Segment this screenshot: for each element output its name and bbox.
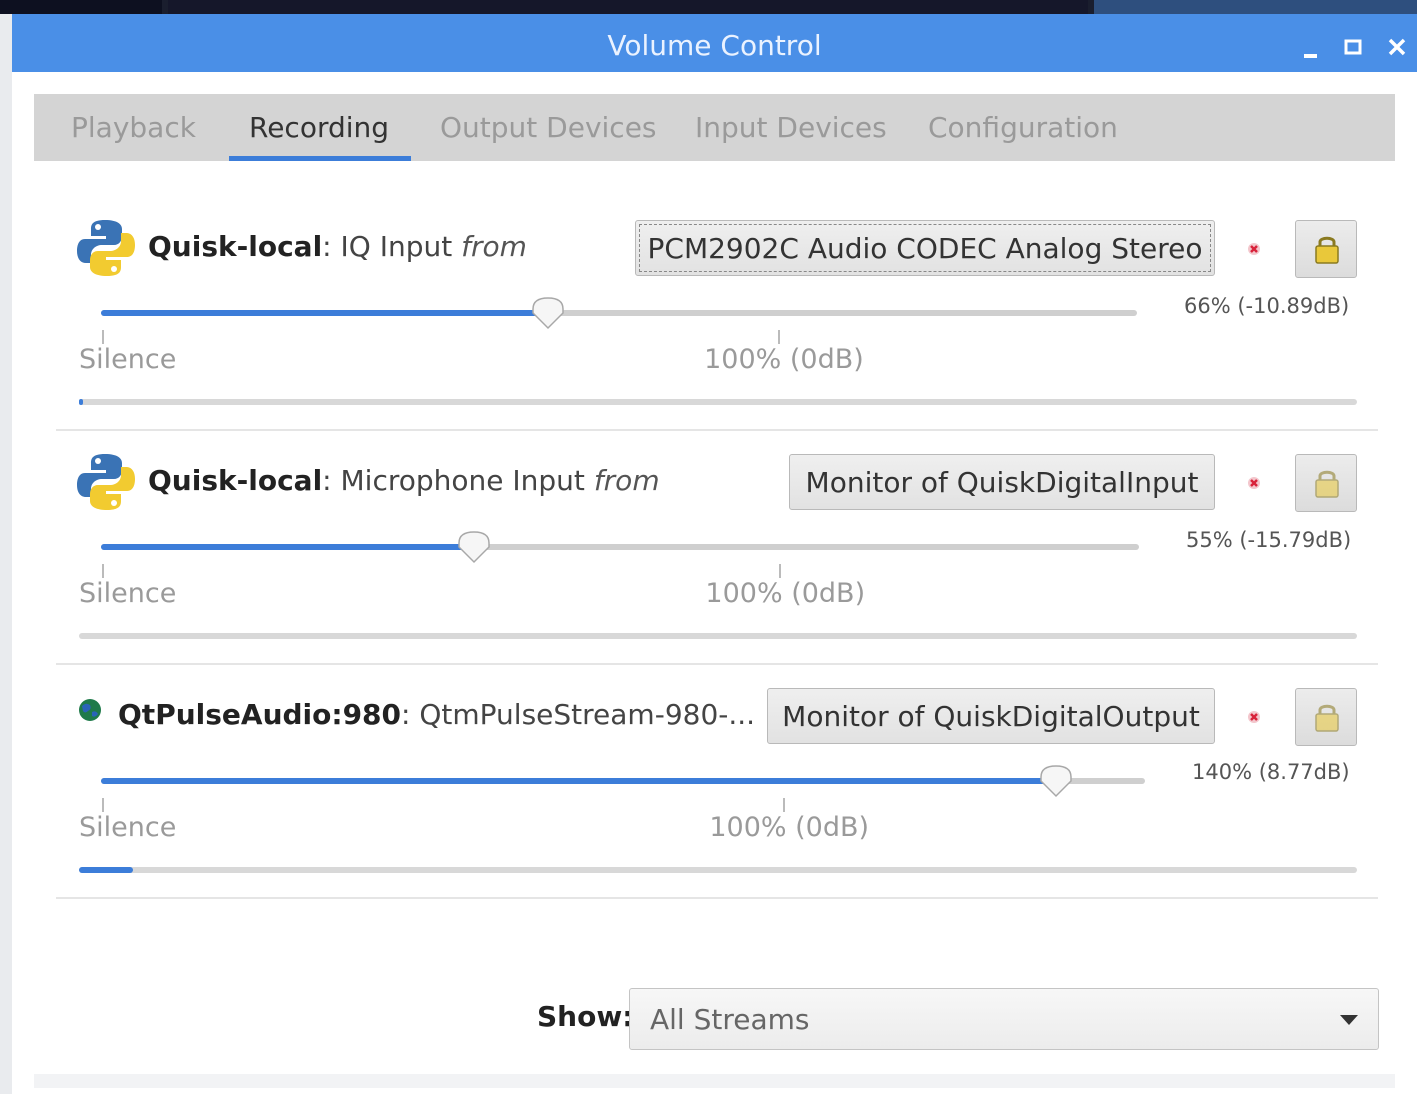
app-name: Quisk-local (148, 230, 323, 263)
volume-label: 66% (-10.89dB) (1184, 294, 1350, 318)
reference-tick (779, 564, 782, 578)
from-label: from (461, 230, 527, 263)
window-title: Volume Control (607, 29, 822, 62)
device-select-button[interactable]: PCM2902C Audio CODEC Analog Stereo (635, 220, 1215, 276)
separator (56, 429, 1378, 431)
slider-knob[interactable] (530, 296, 566, 330)
stream-row: Quisk-local: IQ Input from PCM2902C Audi… (34, 206, 1395, 432)
stream-name: QtmPulseStream-980-... (419, 698, 756, 731)
reference-tick (783, 798, 786, 812)
slider-knob[interactable] (456, 530, 492, 564)
maximize-button[interactable] (1338, 32, 1368, 62)
lock-channels-button[interactable] (1295, 220, 1357, 278)
volume-slider[interactable] (101, 530, 1139, 564)
title-separator: : (322, 464, 341, 497)
close-button[interactable] (1382, 32, 1412, 62)
reference-label: 100% (0dB) (704, 344, 864, 375)
slider-knob[interactable] (1038, 764, 1074, 798)
lock-icon (1315, 236, 1339, 264)
volume-slider[interactable] (101, 764, 1145, 798)
app-name: QtPulseAudio:980 (118, 698, 402, 731)
tab-playback[interactable]: Playback (71, 94, 196, 161)
peak-level-meter (79, 867, 1357, 873)
desktop-strip (0, 0, 1417, 14)
volume-label: 140% (8.77dB) (1192, 760, 1350, 784)
stream-title: Quisk-local: Microphone Input from (148, 464, 660, 497)
silence-label: Silence (79, 578, 177, 609)
silence-tick (102, 564, 104, 578)
show-filter-select[interactable]: All Streams (629, 988, 1379, 1050)
stream-row: QtPulseAudio:980: QtmPulseStream-980-...… (34, 674, 1395, 900)
minimize-button[interactable] (1296, 32, 1326, 62)
reference-label: 100% (0dB) (709, 812, 870, 843)
from-label: from (593, 464, 660, 497)
stream-row: Quisk-local: Microphone Input from Monit… (34, 440, 1395, 666)
title-separator: : (322, 230, 341, 263)
volume-slider[interactable] (101, 296, 1137, 330)
python-icon (77, 220, 135, 276)
stream-name: Microphone Input (340, 464, 585, 497)
maximize-icon (1344, 39, 1362, 55)
tab-configuration[interactable]: Configuration (928, 94, 1118, 161)
peak-level-meter (79, 633, 1357, 639)
tab-recording[interactable]: Recording (228, 94, 412, 161)
tab-bar: Playback Recording Output Devices Input … (34, 94, 1395, 161)
separator (56, 897, 1378, 899)
lock-icon (1315, 470, 1339, 498)
volume-label: 55% (-15.79dB) (1186, 528, 1352, 552)
app-name: Quisk-local (148, 464, 323, 497)
chevron-down-icon (1340, 1015, 1358, 1025)
silence-label: Silence (79, 812, 177, 843)
close-icon (1388, 38, 1406, 56)
show-filter-value: All Streams (650, 1003, 810, 1036)
lock-channels-button[interactable] (1295, 688, 1357, 746)
volume-fill (101, 310, 548, 316)
reference-tick (778, 330, 781, 344)
separator (56, 663, 1378, 665)
main-content: Playback Recording Output Devices Input … (34, 94, 1395, 1074)
silence-tick (102, 798, 104, 812)
silence-tick (102, 330, 104, 344)
stream-title: Quisk-local: IQ Input from (148, 230, 527, 263)
titlebar[interactable]: Volume Control (12, 14, 1417, 72)
mute-icon[interactable] (1244, 707, 1264, 727)
silence-label: Silence (79, 344, 177, 375)
stream-name: IQ Input (340, 230, 453, 263)
volume-fill (101, 778, 1057, 784)
lock-channels-button[interactable] (1295, 454, 1357, 512)
volume-control-window: Volume Control Playback Recording Output… (12, 14, 1417, 1094)
device-select-button[interactable]: Monitor of QuiskDigitalOutput (767, 688, 1215, 744)
reference-label: 100% (0dB) (705, 578, 866, 609)
volume-fill (101, 544, 475, 550)
title-separator: : (401, 698, 420, 731)
peak-level-meter (79, 399, 1357, 405)
stream-title: QtPulseAudio:980: QtmPulseStream-980-...… (118, 698, 848, 731)
lock-icon (1315, 704, 1339, 732)
minimize-icon (1304, 54, 1317, 58)
python-icon (77, 454, 135, 510)
mute-icon[interactable] (1244, 473, 1264, 493)
tab-input-devices[interactable]: Input Devices (695, 94, 887, 161)
tab-output-devices[interactable]: Output Devices (440, 94, 657, 161)
globe-icon (79, 699, 101, 721)
mute-icon[interactable] (1244, 239, 1264, 259)
show-label: Show: (537, 1000, 634, 1033)
device-select-button[interactable]: Monitor of QuiskDigitalInput (789, 454, 1215, 510)
